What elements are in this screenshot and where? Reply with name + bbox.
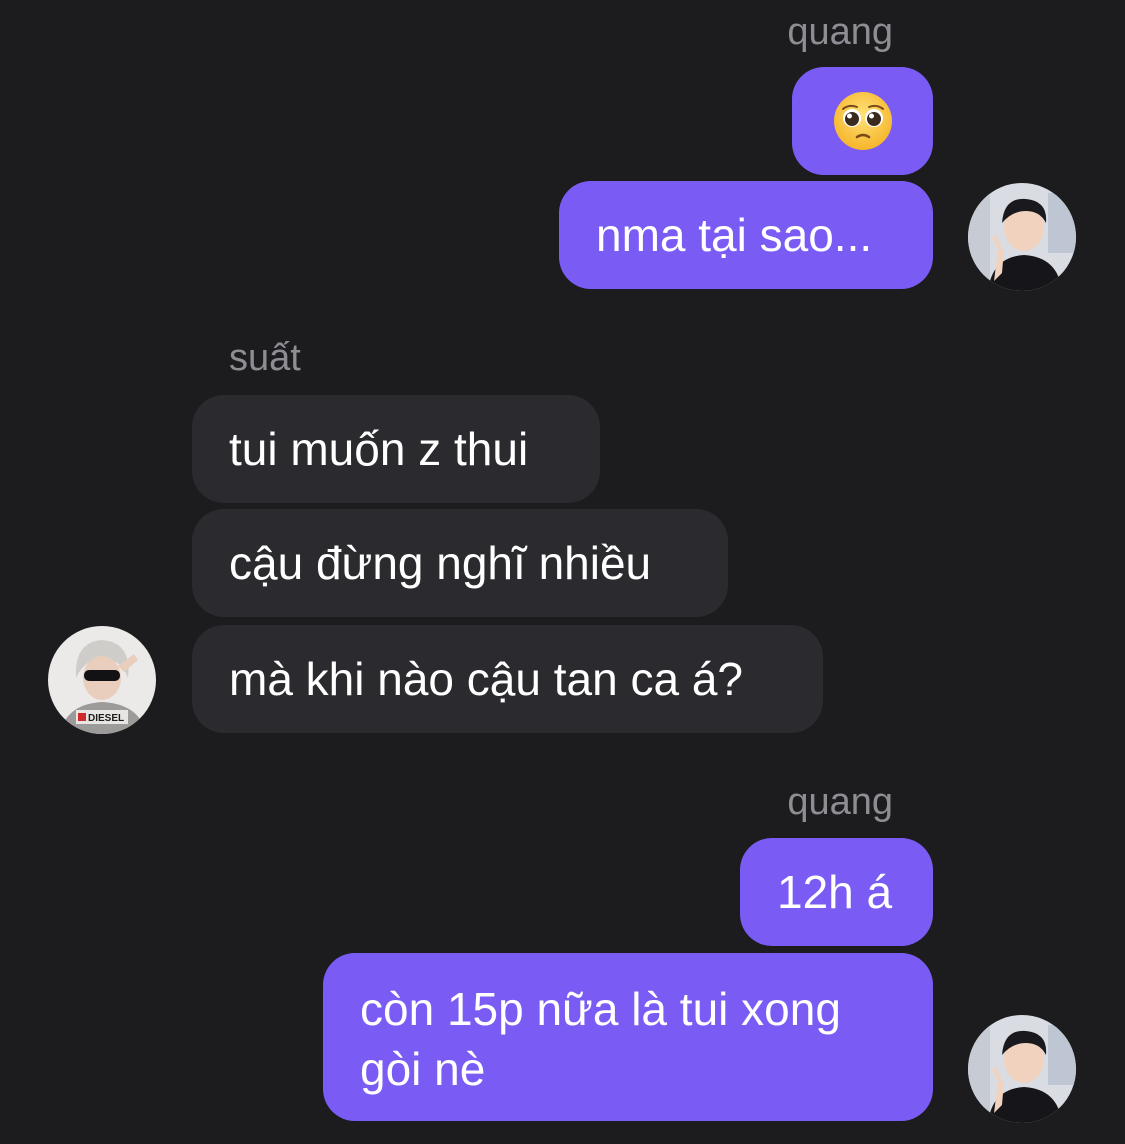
sender-name-quang: quang <box>787 781 893 823</box>
message-bubble[interactable]: 12h á <box>740 838 933 946</box>
pleading-face-emoji-icon <box>833 92 892 150</box>
sender-name-suat: suất <box>229 337 301 379</box>
message-bubble[interactable]: cậu đừng nghĩ nhiều <box>192 509 728 617</box>
avatar-quang[interactable] <box>968 1015 1076 1123</box>
message-bubble[interactable]: tui muốn z thui <box>192 395 600 503</box>
message-bubble-emoji[interactable] <box>792 67 933 175</box>
avatar-suat[interactable]: DIESEL <box>48 626 156 734</box>
avatar-badge-text: DIESEL <box>88 713 124 724</box>
message-bubble[interactable]: mà khi nào cậu tan ca á? <box>192 625 823 733</box>
message-bubble[interactable]: nma tại sao... <box>559 181 933 289</box>
sender-name-quang: quang <box>787 11 893 53</box>
message-bubble[interactable]: còn 15p nữa là tui xong gòi nè <box>323 953 933 1121</box>
avatar-quang[interactable] <box>968 183 1076 291</box>
